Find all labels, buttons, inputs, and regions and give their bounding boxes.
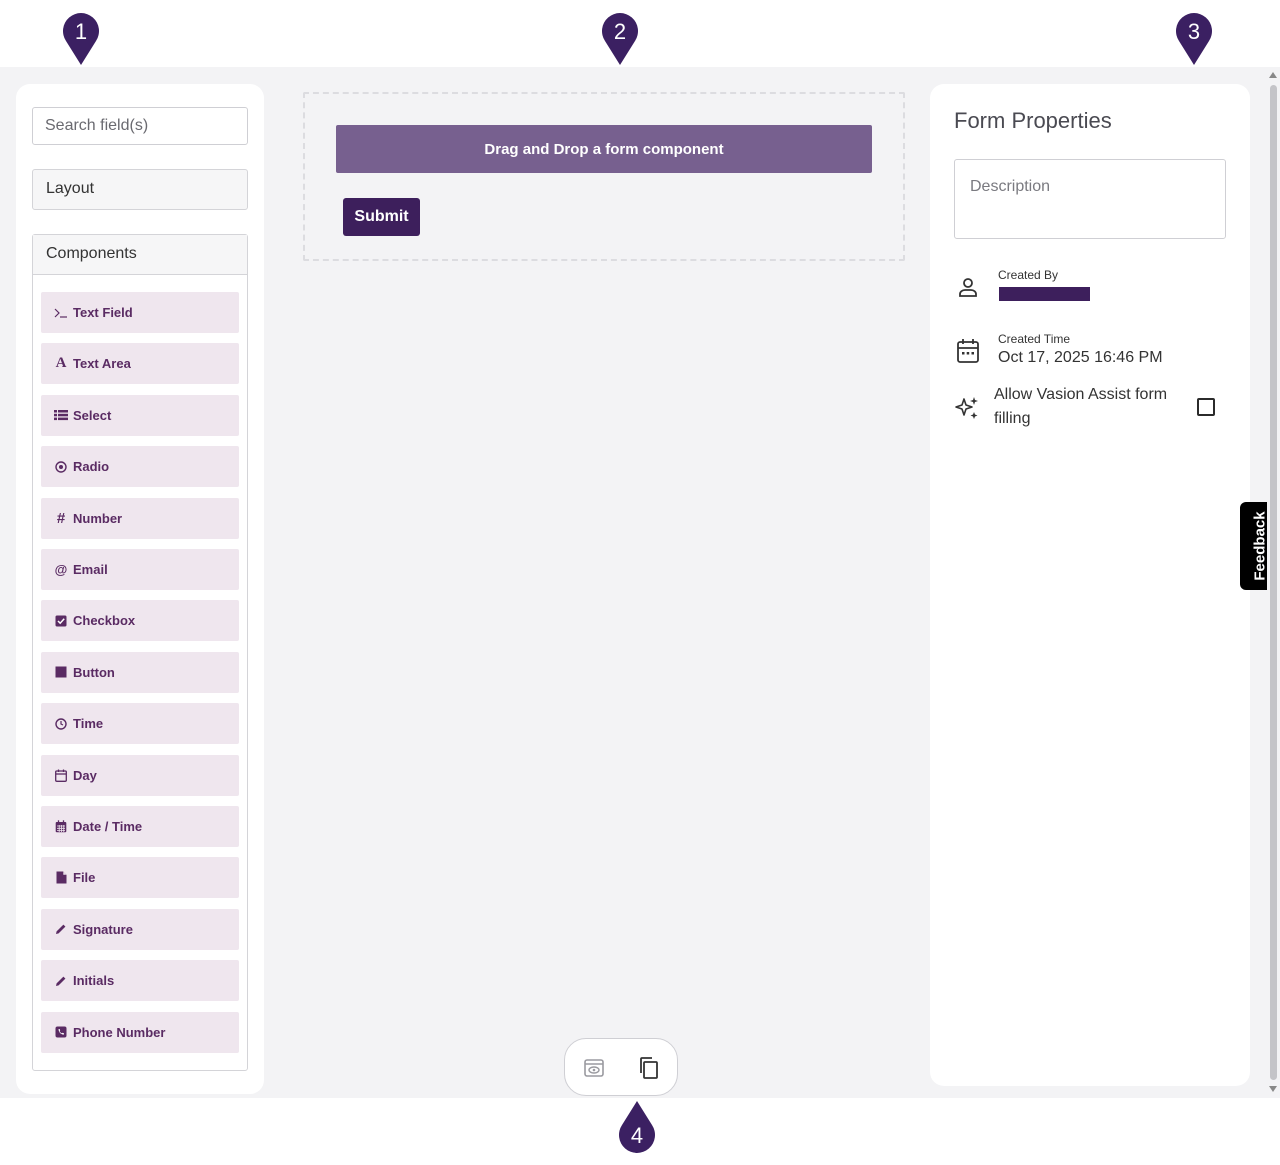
phone-icon <box>53 1026 69 1038</box>
pencil-icon <box>53 975 69 987</box>
step-marker-4: 4 <box>618 1100 656 1156</box>
created-time-label: Created Time <box>998 332 1071 346</box>
created-time-value: Oct 17, 2025 16:46 PM <box>998 349 1163 366</box>
list-icon <box>53 409 69 421</box>
description-field[interactable] <box>954 159 1226 239</box>
font-icon: A <box>55 355 67 372</box>
checkbox-icon <box>53 615 69 627</box>
calendar-grid-icon <box>53 820 69 833</box>
person-icon <box>956 275 980 299</box>
page-scrollbar[interactable] <box>1267 67 1280 1098</box>
vasion-assist-checkbox[interactable] <box>1197 398 1215 416</box>
component-label: Time <box>73 716 104 732</box>
component-label: File <box>73 870 96 886</box>
scroll-up-arrow[interactable] <box>1269 72 1277 78</box>
component-label: Button <box>73 664 115 680</box>
hash-icon: # <box>56 509 66 527</box>
calendar-icon <box>53 769 69 782</box>
step-marker-2: 2 <box>601 10 639 66</box>
component-label: Text Area <box>73 356 131 372</box>
drag-drop-placeholder: Drag and Drop a form component <box>336 125 872 173</box>
at-icon: @ <box>54 562 68 577</box>
component-select[interactable]: Select <box>41 394 239 436</box>
calendar-icon <box>956 338 980 364</box>
component-label: Select <box>73 407 112 423</box>
layout-accordion[interactable]: Layout <box>32 169 248 210</box>
radio-icon <box>53 460 69 473</box>
component-label: Date / Time <box>73 819 143 834</box>
component-radio[interactable]: Radio <box>41 446 239 488</box>
step-marker-1: 1 <box>62 10 100 66</box>
component-checkbox[interactable]: Checkbox <box>41 600 239 642</box>
sparkle-icon <box>954 395 980 421</box>
copy-icon[interactable] <box>637 1056 661 1080</box>
feedback-label: Feedback <box>1251 511 1269 581</box>
component-label: Initials <box>73 973 115 989</box>
clock-icon <box>53 717 69 730</box>
component-text-field[interactable]: Text Field <box>41 292 239 333</box>
component-number[interactable]: # Number <box>41 497 239 539</box>
preview-icon[interactable] <box>582 1056 606 1080</box>
component-phone-number[interactable]: Phone Number <box>41 1011 239 1053</box>
scroll-down-arrow[interactable] <box>1269 1086 1277 1092</box>
created-by-label: Created By <box>998 268 1059 282</box>
component-date-time[interactable]: Date / Time <box>41 806 239 847</box>
component-label: Number <box>73 510 123 526</box>
component-label: Day <box>73 767 97 783</box>
component-file[interactable]: File <box>41 857 239 899</box>
component-label: Signature <box>73 921 133 937</box>
component-time[interactable]: Time <box>41 703 239 745</box>
step-marker-3: 3 <box>1175 10 1213 66</box>
component-email[interactable]: @ Email <box>41 549 239 590</box>
search-fields-input[interactable] <box>32 107 248 145</box>
component-day[interactable]: Day <box>41 754 239 796</box>
file-icon <box>53 871 69 884</box>
component-label: Email <box>73 562 108 577</box>
component-label: Radio <box>73 459 110 475</box>
scroll-thumb[interactable] <box>1270 85 1277 1080</box>
terminal-icon <box>53 307 69 319</box>
components-accordion: Components Text Field A Text Area Select Rad… <box>32 234 248 1071</box>
component-label: Checkbox <box>73 613 136 629</box>
pencil-icon <box>53 923 69 935</box>
created-by-value-redacted <box>999 287 1090 301</box>
stop-icon <box>53 666 69 678</box>
components-header[interactable]: Components <box>33 235 247 275</box>
form-properties-title: Form Properties <box>954 108 1112 133</box>
component-initials[interactable]: Initials <box>41 960 239 1002</box>
component-text-area[interactable]: A Text Area <box>41 343 239 385</box>
component-label: Phone Number <box>73 1024 166 1040</box>
component-label: Text Field <box>73 305 133 320</box>
submit-button[interactable]: Submit <box>343 198 420 236</box>
vasion-assist-label: Allow Vasion Assist form filling <box>994 386 1168 427</box>
component-signature[interactable]: Signature <box>41 908 239 950</box>
bottom-toolbar <box>564 1038 678 1096</box>
component-button[interactable]: Button <box>41 651 239 693</box>
